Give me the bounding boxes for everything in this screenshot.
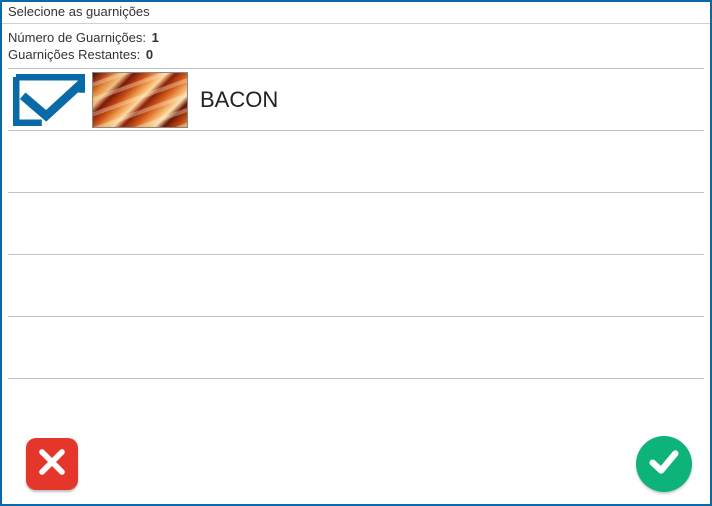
item-name: BACON	[200, 87, 278, 113]
window-title: Selecione as guarnições	[2, 2, 710, 24]
selected-check-icon	[10, 72, 88, 128]
footer-actions	[2, 430, 710, 504]
garnish-list: BACON	[8, 68, 704, 430]
info-panel: Número de Guarnições: 1 Guarnições Resta…	[2, 24, 710, 66]
check-icon	[647, 445, 681, 484]
remaining-garnish-label: Guarnições Restantes:	[8, 47, 140, 62]
list-item[interactable]	[8, 317, 704, 379]
confirm-button[interactable]	[636, 436, 692, 492]
total-garnish-label: Número de Guarnições:	[8, 30, 146, 45]
list-item[interactable]	[8, 255, 704, 317]
cancel-button[interactable]	[26, 438, 78, 490]
total-garnish-value: 1	[152, 30, 159, 45]
dialog-window: Selecione as guarnições Número de Guarni…	[0, 0, 712, 506]
cross-icon	[37, 447, 67, 482]
item-image	[92, 72, 188, 128]
list-item[interactable]	[8, 193, 704, 255]
list-item[interactable]	[8, 131, 704, 193]
list-item[interactable]: BACON	[8, 69, 704, 131]
remaining-garnish-value: 0	[146, 47, 153, 62]
